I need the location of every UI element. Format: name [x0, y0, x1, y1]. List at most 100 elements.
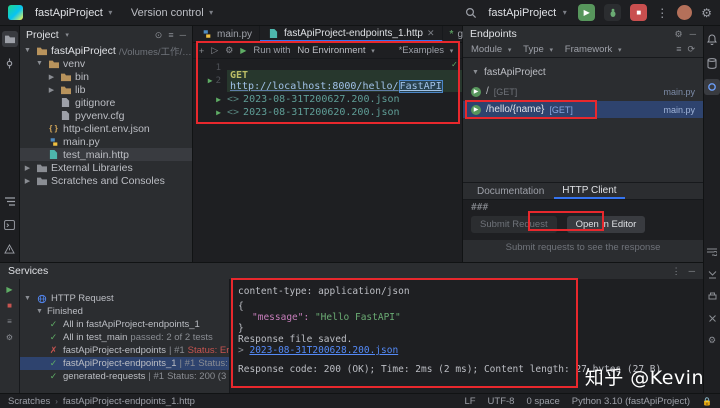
tree-item-bin[interactable]: ▶ bin — [20, 70, 192, 83]
settings-gear-icon[interactable]: ⚙ — [675, 29, 683, 40]
problems-tool-icon[interactable] — [2, 241, 18, 257]
interpreter-widget[interactable]: Python 3.10 (fastApiProject) — [572, 396, 690, 407]
more-options-icon[interactable]: ⋮ — [672, 266, 681, 277]
response-history-link[interactable]: 2023-08-31T200627.200.json — [243, 94, 400, 105]
encoding-widget[interactable]: UTF-8 — [488, 396, 515, 407]
tree-item-main-py[interactable]: main.py — [20, 135, 192, 148]
debug-button[interactable] — [604, 4, 621, 21]
lock-icon[interactable]: 🔒 — [702, 397, 712, 406]
settings-gear-icon[interactable]: ⚙ — [701, 6, 712, 20]
tree-item-venv[interactable]: ▼ venv — [20, 57, 192, 70]
chevron-down-icon: ▾ — [447, 47, 456, 55]
notifications-bell-icon[interactable] — [704, 31, 720, 47]
avatar[interactable] — [677, 5, 692, 20]
editor-area: main.py fastApiProject-endpoints_1.http … — [193, 26, 463, 262]
view-options-icon[interactable]: ≡ — [676, 44, 681, 55]
add-request-icon[interactable]: + — [199, 46, 204, 56]
submit-request-button[interactable]: Submit Request — [471, 216, 557, 233]
softwrap-icon[interactable] — [704, 244, 720, 260]
tree-item-gitignore[interactable]: gitignore — [20, 96, 192, 109]
run-gutter-icon[interactable]: ▶ — [216, 95, 221, 104]
commit-tool-icon[interactable] — [2, 55, 18, 71]
clear-console-icon[interactable] — [704, 310, 720, 326]
service-node-http-request[interactable]: ▼ HTTP Request — [20, 292, 229, 305]
settings-small-icon[interactable]: ⚙ — [704, 332, 720, 348]
request-url[interactable]: http://localhost:8000/hello/ — [230, 81, 399, 92]
print-icon[interactable] — [704, 288, 720, 304]
version-control-menu[interactable]: Version control ▾ — [127, 5, 220, 21]
run-gutter-icon[interactable]: ▶ — [216, 108, 221, 117]
module-filter[interactable]: Module▾ — [471, 44, 514, 55]
type-filter[interactable]: Type▾ — [523, 44, 556, 55]
line-ending-widget[interactable]: LF — [464, 396, 475, 407]
tree-item-project-root[interactable]: ▼ fastApiProject /Volumes/工作/ChatGPT_Wor — [20, 44, 192, 57]
endpoints-tool-icon[interactable] — [704, 79, 720, 95]
tab-main-py[interactable]: main.py — [193, 26, 260, 42]
examples-dropdown[interactable]: *Examples — [399, 45, 444, 56]
collapse-all-icon[interactable]: ≡ — [168, 30, 173, 41]
run-button[interactable]: ▶ — [578, 4, 595, 21]
run-config-label: fastApiProject — [488, 7, 556, 19]
check-icon: ✓ — [47, 371, 60, 383]
environment-selector[interactable]: No Environment ▾ — [297, 45, 377, 56]
code-editor[interactable]: ✓ 1 ▶ 2 GET http://localhost:8000/hello/… — [193, 59, 462, 262]
structure-tool-icon[interactable] — [2, 193, 18, 209]
stop-icon[interactable]: ■ — [7, 301, 12, 310]
endpoint-row-root[interactable]: ▶ / [GET] main.py — [463, 83, 703, 100]
edit-environment-icon[interactable]: ⚙ — [225, 45, 233, 56]
tab-endpoints-http[interactable]: fastApiProject-endpoints_1.http ✕ — [260, 26, 443, 42]
tree-item-http-client-env[interactable]: { } http-client.env.json — [20, 122, 192, 135]
terminal-tool-icon[interactable] — [2, 217, 18, 233]
tree-item-lib[interactable]: ▶ lib — [20, 83, 192, 96]
close-tab-icon[interactable]: ✕ — [427, 28, 435, 39]
service-node-label: Finished — [47, 306, 83, 317]
service-run-endpoints-error[interactable]: ✗ fastApiProject-endpoints | #1 Status: … — [20, 344, 229, 357]
hide-panel-icon[interactable]: ─ — [689, 266, 695, 277]
breadcrumb-file[interactable]: fastApiProject-endpoints_1.http — [63, 396, 195, 407]
tree-item-scratches[interactable]: ▶ Scratches and Consoles — [20, 174, 192, 187]
service-run-generated-requests[interactable]: ✓ generated-requests | #1 Status: 200 (3… — [20, 370, 229, 383]
tab-documentation[interactable]: Documentation — [469, 183, 552, 199]
project-menu[interactable]: fastApiProject ▾ — [31, 5, 119, 21]
service-run-endpoints-1-selected[interactable]: ✓ fastApiProject-endpoints_1 | #1 Status… — [20, 357, 229, 370]
service-run-all-test-main[interactable]: ✓ All in test_main passed: 2 of 2 tests — [20, 331, 229, 344]
filter-icon[interactable]: ≡ — [7, 317, 12, 326]
response-history-row[interactable]: ▶ <> 2023-08-31T200620.200.json — [193, 106, 462, 119]
globe-icon — [35, 293, 48, 305]
project-tool-icon[interactable] — [2, 31, 18, 47]
stop-button[interactable]: ■ — [630, 4, 647, 21]
endpoint-row-hello-name[interactable]: ▶ /hello/{name} [GET] main.py — [463, 101, 703, 118]
run-all-requests-icon[interactable]: ▷ — [211, 45, 218, 56]
response-history-row[interactable]: ▶ <> 2023-08-31T200627.200.json — [193, 93, 462, 106]
breadcrumb-root[interactable]: Scratches — [8, 396, 50, 407]
run-icon[interactable]: ▶ — [240, 46, 246, 55]
more-actions-icon[interactable]: ⋮ — [656, 6, 668, 20]
settings-small-icon[interactable]: ⚙ — [6, 333, 13, 342]
run-config-selector[interactable]: fastApiProject ▾ — [488, 7, 569, 19]
tree-item-pyvenv-cfg[interactable]: pyvenv.cfg — [20, 109, 192, 122]
framework-filter[interactable]: Framework▾ — [565, 44, 625, 55]
locate-file-icon[interactable]: ⊙ — [155, 30, 163, 41]
open-in-editor-button[interactable]: Open in Editor — [567, 216, 646, 233]
indent-widget[interactable]: 0 space — [526, 396, 559, 407]
service-run-all-endpoints-1[interactable]: ✓ All in fastApiProject-endpoints_1 — [20, 318, 229, 331]
pycharm-logo-icon[interactable] — [8, 5, 23, 20]
endpoints-group-row[interactable]: ▼ fastApiProject — [463, 66, 703, 79]
scroll-to-end-icon[interactable] — [704, 266, 720, 282]
tab-http-client[interactable]: HTTP Client — [554, 183, 624, 199]
run-request-gutter-icon[interactable]: ▶ — [208, 76, 213, 85]
search-everywhere-icon[interactable] — [463, 5, 479, 21]
response-history-link[interactable]: 2023-08-31T200620.200.json — [243, 107, 400, 118]
hide-panel-icon[interactable]: ─ — [690, 29, 696, 40]
tree-item-label: lib — [75, 84, 86, 96]
services-header: Services ⋮ ─ — [0, 263, 703, 279]
request-url-highlight[interactable]: FastAPI — [399, 80, 443, 93]
tree-item-test-main-http[interactable]: test_main.http — [20, 148, 192, 161]
refresh-icon[interactable]: ⟳ — [687, 44, 695, 55]
rerun-icon[interactable]: ▶ — [6, 285, 12, 294]
tree-item-external-libraries[interactable]: ▶ External Libraries — [20, 161, 192, 174]
response-file-link[interactable]: 2023-08-31T200628.200.json — [249, 345, 398, 356]
hide-panel-icon[interactable]: ─ — [180, 30, 186, 41]
service-node-finished[interactable]: ▼ Finished — [20, 305, 229, 318]
database-tool-icon[interactable] — [704, 55, 720, 71]
